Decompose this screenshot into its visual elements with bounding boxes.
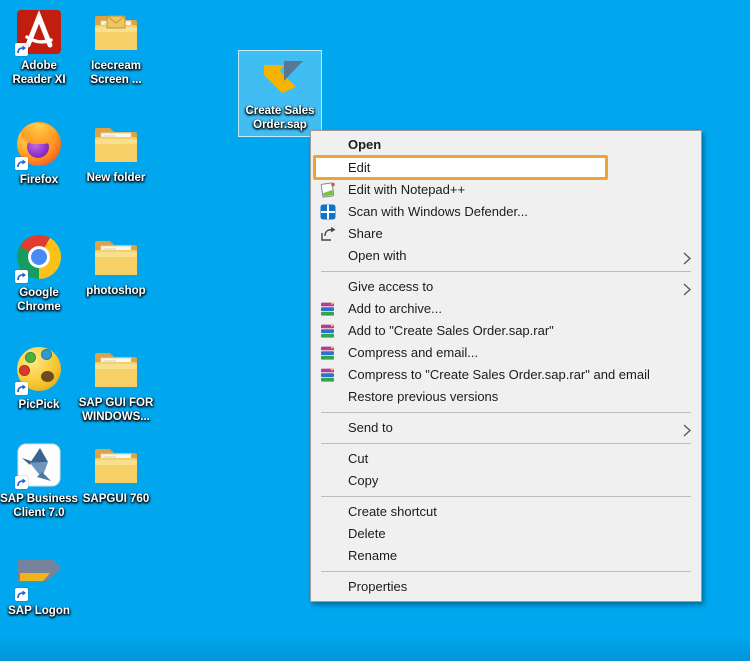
shortcut-arrow-icon (15, 476, 28, 489)
shortcut-arrow-icon (15, 157, 28, 170)
menu-item-label: Copy (348, 473, 379, 488)
shortcut-arrow-icon (15, 382, 28, 395)
winrar-icon (319, 322, 337, 340)
menu-item-edit-with-notepadpp[interactable]: Edit with Notepad++ (311, 179, 701, 201)
menu-item-label: Compress to "Create Sales Order.sap.rar"… (348, 367, 650, 382)
desktop-icon-sap-business-client[interactable]: SAP Business Client 7.0 (0, 441, 78, 520)
desktop-icon-label: New folder (86, 172, 146, 184)
desktop-icon-label: SAPGUI 760 (82, 493, 150, 505)
menu-item-rename[interactable]: Rename (311, 545, 701, 567)
winrar-icon (319, 300, 337, 318)
menu-item-compress-and-email[interactable]: Compress and email... (311, 342, 701, 364)
menu-item-label: Delete (348, 526, 386, 541)
menu-item-compress-to-named-rar-and-email[interactable]: Compress to "Create Sales Order.sap.rar"… (311, 364, 701, 386)
menu-item-open[interactable]: Open (311, 134, 701, 156)
desktop-icon-sapgui-760[interactable]: SAPGUI 760 (77, 441, 155, 506)
desktop-icon-icecream-screen[interactable]: Icecream Screen ... (77, 8, 155, 87)
chevron-right-icon (683, 422, 691, 437)
desktop-icon-create-sales-order[interactable]: Create Sales Order.sap (238, 50, 322, 137)
menu-item-label: Rename (348, 548, 398, 563)
menu-item-share[interactable]: Share (311, 223, 701, 245)
desktop-icon-label: SAP Business Client 7.0 (0, 493, 78, 519)
notepadpp-icon (319, 181, 337, 199)
menu-item-label: Send to (348, 420, 393, 435)
menu-item-send-to[interactable]: Send to (311, 417, 701, 439)
desktop-icon-label: SAP GUI FOR WINDOWS... (78, 397, 154, 423)
menu-item-open-with[interactable]: Open with (311, 245, 701, 267)
folder-icon (92, 233, 140, 281)
menu-separator (321, 571, 691, 572)
windows-defender-icon (319, 203, 337, 221)
desktop-icon-label: Google Chrome (17, 287, 61, 313)
picpick-palette-icon (15, 347, 63, 395)
desktop-icon-label: Icecream Screen ... (90, 60, 142, 86)
chrome-icon (15, 235, 63, 283)
folder-envelope-icon (92, 8, 140, 56)
menu-item-label: Open with (348, 248, 407, 263)
menu-separator (321, 271, 691, 272)
desktop-icon-photoshop[interactable]: photoshop (77, 233, 155, 298)
menu-separator (321, 412, 691, 413)
menu-item-copy[interactable]: Copy (311, 470, 701, 492)
menu-item-scan-with-windows-defender[interactable]: Scan with Windows Defender... (311, 201, 701, 223)
menu-item-label: Restore previous versions (348, 389, 499, 404)
menu-item-label: Scan with Windows Defender... (348, 204, 528, 219)
menu-separator (321, 443, 691, 444)
desktop-icon-sap-gui-for-windows[interactable]: SAP GUI FOR WINDOWS... (77, 345, 155, 424)
desktop-icon-label: Create Sales Order.sap (245, 105, 315, 131)
winrar-icon (319, 344, 337, 362)
desktop-icon-picpick[interactable]: PicPick (0, 345, 78, 412)
menu-item-give-access-to[interactable]: Give access to (311, 276, 701, 298)
menu-item-label: Edit with Notepad++ (348, 182, 466, 197)
menu-item-cut[interactable]: Cut (311, 448, 701, 470)
menu-item-add-to-archive[interactable]: Add to archive... (311, 298, 701, 320)
menu-item-label: Share (348, 226, 383, 241)
adobe-reader-icon (15, 8, 63, 56)
shortcut-arrow-icon (15, 270, 28, 283)
menu-item-label: Give access to (348, 279, 434, 294)
desktop-icon-label: SAP Logon (8, 605, 70, 617)
sap-logon-icon (15, 553, 63, 601)
menu-item-label: Add to archive... (348, 301, 442, 316)
menu-item-create-shortcut[interactable]: Create shortcut (311, 501, 701, 523)
menu-item-label: Edit (348, 160, 371, 175)
folder-icon (92, 441, 140, 489)
menu-item-label: Cut (348, 451, 369, 466)
sap-shortcut-file-icon (256, 53, 304, 101)
menu-item-add-to-named-rar[interactable]: Add to "Create Sales Order.sap.rar" (311, 320, 701, 342)
firefox-icon (15, 122, 63, 170)
menu-item-label: Create shortcut (348, 504, 437, 519)
share-icon (319, 225, 337, 243)
menu-item-label: Compress and email... (348, 345, 479, 360)
desktop-icon-label: PicPick (18, 399, 60, 411)
menu-item-delete[interactable]: Delete (311, 523, 701, 545)
menu-item-label: Add to "Create Sales Order.sap.rar" (348, 323, 554, 338)
shortcut-arrow-icon (15, 43, 28, 56)
context-menu: Open Edit Edit with Notepad++ Scan with … (310, 130, 702, 602)
menu-item-label: Open (348, 137, 382, 152)
desktop-icon-google-chrome[interactable]: Google Chrome (0, 233, 78, 314)
folder-icon (92, 345, 140, 393)
menu-item-restore-previous-versions[interactable]: Restore previous versions (311, 386, 701, 408)
hummingbird-icon (15, 441, 63, 489)
desktop-icon-label: Adobe Reader XI (12, 60, 66, 86)
menu-item-label: Properties (348, 579, 408, 594)
desktop-icon-label: photoshop (86, 285, 146, 297)
menu-item-properties[interactable]: Properties (311, 576, 701, 598)
desktop-icon-firefox[interactable]: Firefox (0, 120, 78, 187)
desktop-icon-label: Firefox (19, 174, 59, 186)
desktop-icon-sap-logon[interactable]: SAP Logon (0, 553, 78, 618)
desktop-icon-adobe-reader[interactable]: Adobe Reader XI (0, 8, 78, 87)
chevron-right-icon (683, 281, 691, 296)
menu-item-edit[interactable]: Edit (313, 155, 608, 180)
chevron-right-icon (683, 250, 691, 265)
desktop-icon-new-folder[interactable]: New folder (77, 120, 155, 185)
menu-separator (321, 496, 691, 497)
shortcut-arrow-icon (15, 588, 28, 601)
winrar-icon (319, 366, 337, 384)
desktop: Adobe Reader XI Icecream Screen ... Fire… (0, 0, 750, 661)
folder-icon (92, 120, 140, 168)
